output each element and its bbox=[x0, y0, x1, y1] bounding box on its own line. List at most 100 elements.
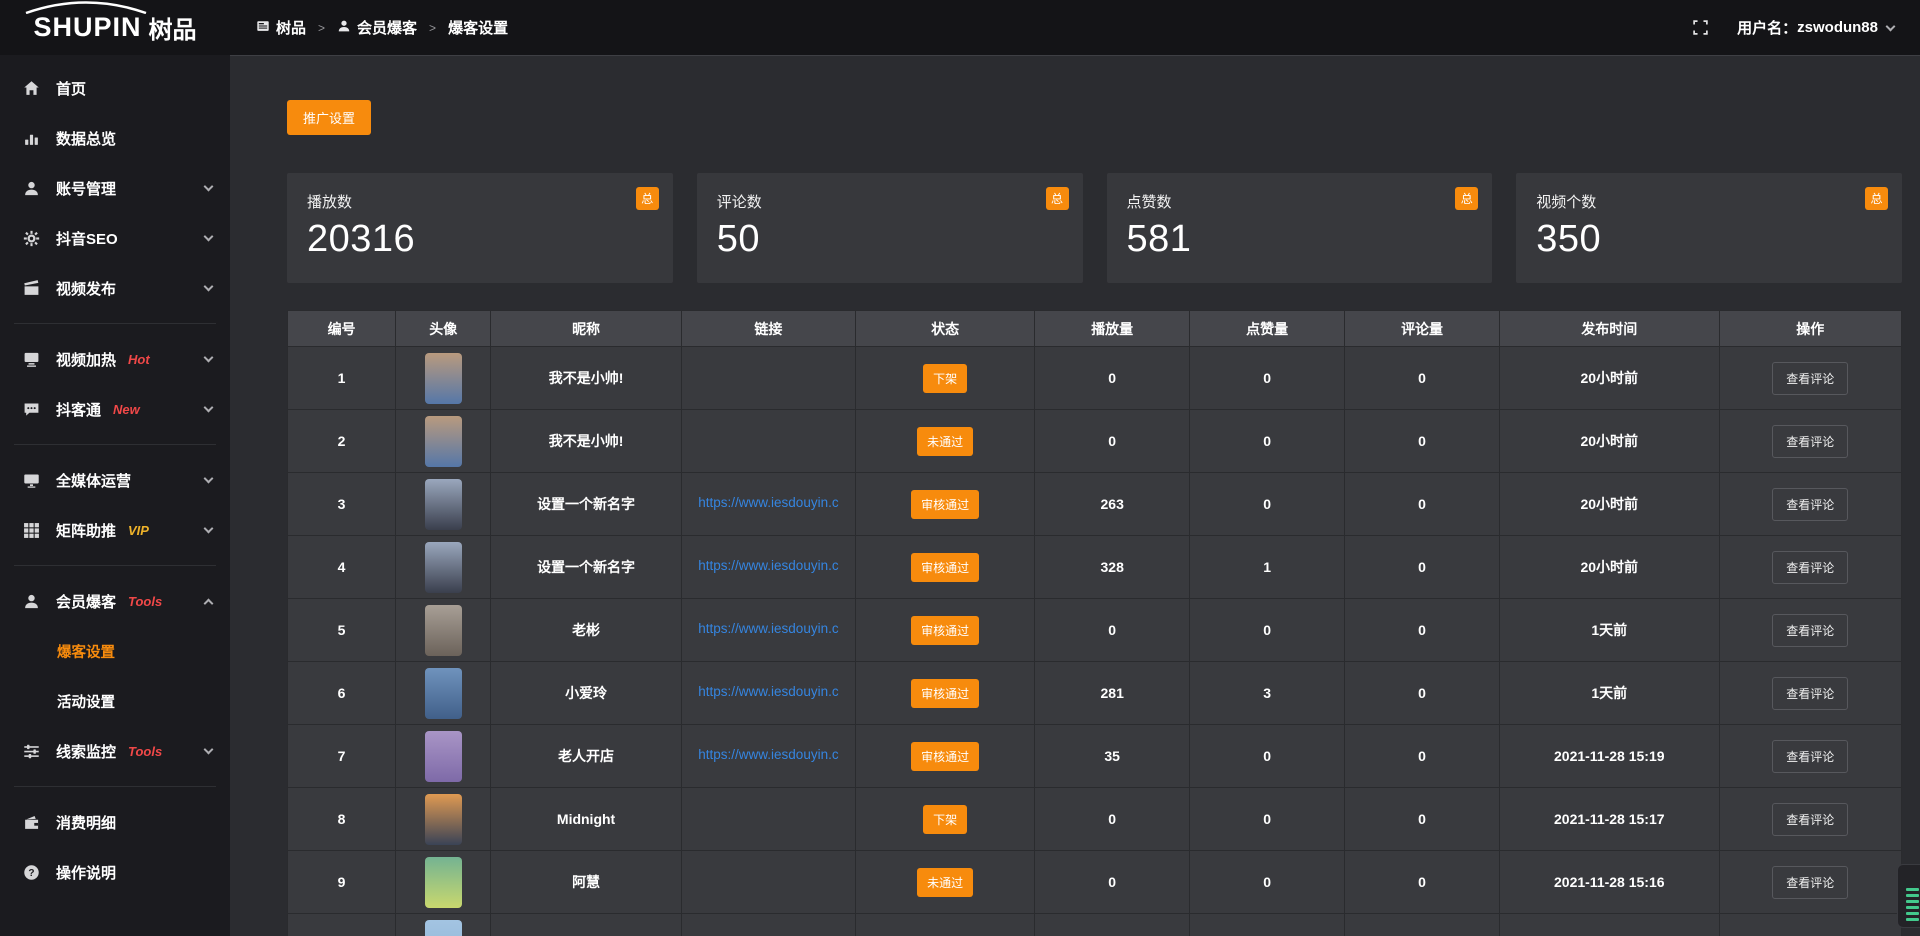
view-comments-button[interactable]: 查看评论 bbox=[1772, 677, 1848, 710]
sidebar-item[interactable]: 视频发布 bbox=[0, 263, 230, 313]
column-header: 头像 bbox=[396, 311, 491, 347]
sidebar-item-label: 数据总览 bbox=[56, 128, 116, 149]
sidebar-subitem[interactable]: 爆客设置 bbox=[0, 626, 230, 676]
video-link[interactable]: https://www.iesdouyin.c bbox=[698, 621, 838, 636]
sidebar-item-label: 视频加热 bbox=[56, 349, 116, 370]
cell-avatar bbox=[396, 851, 491, 914]
column-header: 播放量 bbox=[1035, 311, 1190, 347]
status-badge[interactable]: 审核通过 bbox=[911, 742, 979, 771]
sidebar-item[interactable]: 抖客通New bbox=[0, 384, 230, 434]
sidebar-item[interactable]: 全媒体运营 bbox=[0, 455, 230, 505]
cell-comments: 0 bbox=[1345, 662, 1500, 725]
status-badge[interactable]: 下架 bbox=[923, 364, 967, 393]
cell-link bbox=[681, 410, 855, 473]
sidebar-item[interactable]: ?操作说明 bbox=[0, 847, 230, 897]
chevron-down-icon bbox=[204, 282, 214, 292]
cell-action: 查看评论 bbox=[1719, 410, 1901, 473]
column-header: 昵称 bbox=[491, 311, 681, 347]
cell-action: 查看评论 bbox=[1719, 851, 1901, 914]
status-badge[interactable]: 审核通过 bbox=[911, 616, 979, 645]
chevron-up-icon bbox=[204, 598, 214, 608]
view-comments-button[interactable]: 查看评论 bbox=[1772, 740, 1848, 773]
view-comments-button[interactable]: 查看评论 bbox=[1772, 425, 1848, 458]
video-link[interactable]: https://www.iesdouyin.c bbox=[698, 558, 838, 573]
view-comments-button[interactable]: 查看评论 bbox=[1772, 614, 1848, 647]
video-link[interactable]: https://www.iesdouyin.c bbox=[698, 495, 838, 510]
cell-nickname: 设置一个新名字 bbox=[491, 536, 681, 599]
app-window-icon bbox=[256, 19, 270, 37]
column-header: 评论量 bbox=[1345, 311, 1500, 347]
sidebar-subitem[interactable]: 活动设置 bbox=[0, 676, 230, 726]
username-label: 用户名： bbox=[1737, 17, 1797, 38]
status-badge[interactable]: 审核通过 bbox=[911, 553, 979, 582]
cell-id: 8 bbox=[288, 788, 396, 851]
sidebar-item[interactable]: 会员爆客Tools bbox=[0, 576, 230, 626]
tv-icon bbox=[23, 351, 41, 368]
status-badge[interactable]: 审核通过 bbox=[911, 679, 979, 708]
stat-value: 581 bbox=[1127, 218, 1473, 261]
cell-nickname: 设置一个新名字 bbox=[491, 473, 681, 536]
fullscreen-icon[interactable] bbox=[1692, 19, 1709, 36]
sidebar-item[interactable]: 线索监控Tools bbox=[0, 726, 230, 776]
sidebar-item[interactable]: 矩阵助推VIP bbox=[0, 505, 230, 555]
promo-settings-button[interactable]: 推广设置 bbox=[287, 100, 371, 135]
video-link[interactable]: https://www.iesdouyin.c bbox=[698, 684, 838, 699]
avatar bbox=[425, 605, 462, 656]
cell-time: 20小时前 bbox=[1500, 536, 1720, 599]
view-comments-button[interactable]: 查看评论 bbox=[1772, 803, 1848, 836]
breadcrumb-separator: > bbox=[318, 21, 325, 35]
cell-link: https://www.iesdouyin.c bbox=[681, 725, 855, 788]
table-row: 8Midnight下架0002021-11-28 15:17查看评论 bbox=[288, 788, 1902, 851]
table-row: 4设置一个新名字https://www.iesdouyin.c审核通过32810… bbox=[288, 536, 1902, 599]
table-body: 1我不是小帅!下架00020小时前查看评论2我不是小帅!未通过00020小时前查… bbox=[288, 347, 1902, 936]
breadcrumb-item-home[interactable]: 树品 bbox=[256, 17, 306, 38]
cell-avatar bbox=[396, 725, 491, 788]
sidebar-item[interactable]: 账号管理 bbox=[0, 163, 230, 213]
cell-avatar bbox=[396, 473, 491, 536]
sidebar-item[interactable]: 视频加热Hot bbox=[0, 334, 230, 384]
stat-label: 视频个数 bbox=[1536, 191, 1882, 212]
chart-icon bbox=[23, 130, 41, 147]
cell-likes: 0 bbox=[1190, 725, 1345, 788]
cell-comments: 0 bbox=[1345, 725, 1500, 788]
user-menu[interactable]: 用户名： zswodun88 bbox=[1737, 17, 1894, 38]
sidebar-item[interactable]: 消费明细 bbox=[0, 797, 230, 847]
stat-label: 播放数 bbox=[307, 191, 653, 212]
view-comments-button[interactable]: 查看评论 bbox=[1772, 866, 1848, 899]
total-badge: 总 bbox=[1455, 187, 1478, 210]
sidebar-item[interactable]: 首页 bbox=[0, 63, 230, 113]
status-badge[interactable]: 未通过 bbox=[917, 868, 973, 897]
cell-avatar bbox=[396, 347, 491, 410]
cell-status: 未通过 bbox=[856, 851, 1035, 914]
sidebar-item-label: 消费明细 bbox=[56, 812, 116, 833]
sliders-icon bbox=[23, 743, 41, 760]
column-header: 点赞量 bbox=[1190, 311, 1345, 347]
sidebar-item-label: 会员爆客 bbox=[56, 591, 116, 612]
total-badge: 总 bbox=[636, 187, 659, 210]
sidebar-item[interactable]: 抖音SEO bbox=[0, 213, 230, 263]
stat-value: 20316 bbox=[307, 218, 653, 261]
cell-comments: 0 bbox=[1345, 473, 1500, 536]
float-widget[interactable] bbox=[1897, 864, 1920, 928]
cell-nickname bbox=[491, 914, 681, 936]
cell-time: 20小时前 bbox=[1500, 347, 1720, 410]
view-comments-button[interactable]: 查看评论 bbox=[1772, 362, 1848, 395]
cell-likes: 0 bbox=[1190, 788, 1345, 851]
view-comments-button[interactable]: 查看评论 bbox=[1772, 488, 1848, 521]
status-badge[interactable]: 未通过 bbox=[917, 427, 973, 456]
brand-logo[interactable]: SHUPIN 树品 bbox=[0, 0, 230, 55]
status-badge[interactable]: 下架 bbox=[923, 805, 967, 834]
cell-time: 1天前 bbox=[1500, 662, 1720, 725]
column-header: 操作 bbox=[1719, 311, 1901, 347]
sidebar-divider bbox=[14, 323, 216, 324]
home-icon bbox=[23, 80, 41, 97]
cell-id: 4 bbox=[288, 536, 396, 599]
view-comments-button[interactable]: 查看评论 bbox=[1772, 551, 1848, 584]
cell-plays: 263 bbox=[1035, 473, 1190, 536]
sidebar-item[interactable]: 数据总览 bbox=[0, 113, 230, 163]
status-badge[interactable]: 审核通过 bbox=[911, 490, 979, 519]
cell-status: 下架 bbox=[856, 347, 1035, 410]
video-link[interactable]: https://www.iesdouyin.c bbox=[698, 747, 838, 762]
cell-status: 审核通过 bbox=[856, 536, 1035, 599]
breadcrumb-item-member[interactable]: 会员爆客 bbox=[337, 17, 417, 38]
